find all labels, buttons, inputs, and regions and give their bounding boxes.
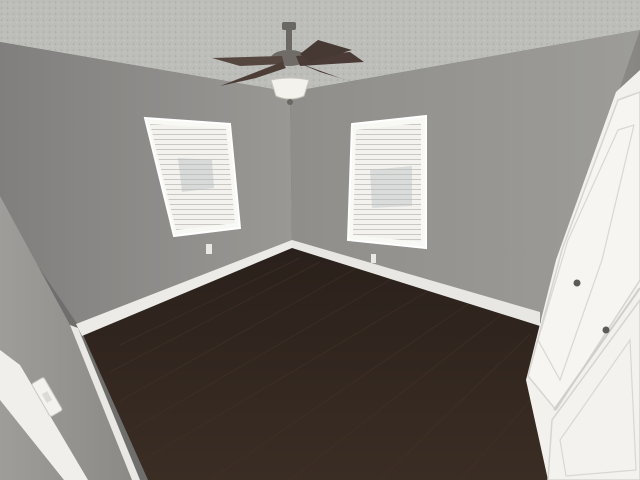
room-photo <box>0 0 640 480</box>
wall-outlet <box>206 244 212 254</box>
closet-knob <box>602 326 610 334</box>
closet-knob <box>573 279 581 287</box>
window-right <box>346 114 427 250</box>
wall-outlet <box>371 254 376 263</box>
